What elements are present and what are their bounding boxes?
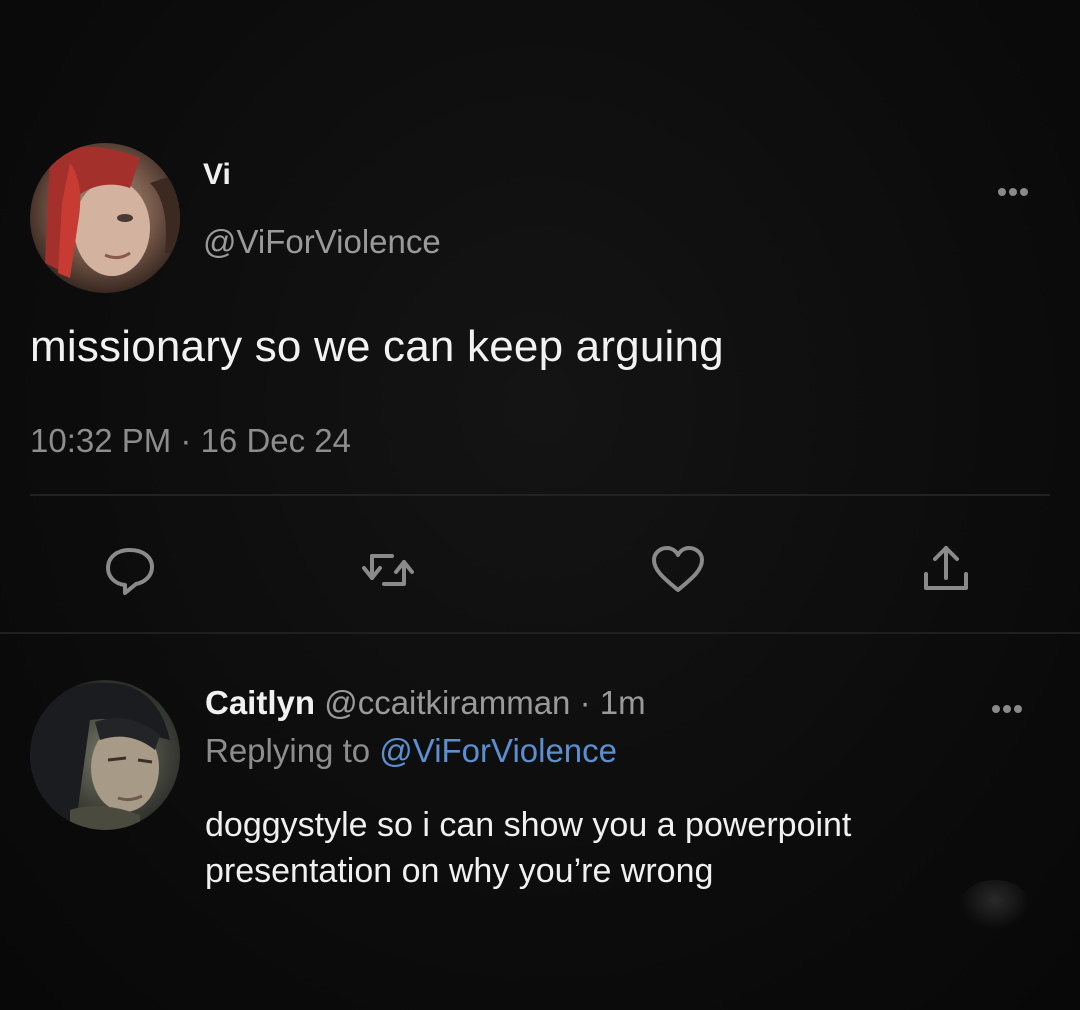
reply-text: doggystyle so i can show you a powerpoin… — [205, 806, 852, 890]
author-handle[interactable]: @ViForViolence — [203, 223, 441, 261]
action-bar — [0, 540, 1080, 600]
reply-header: Caitlyn @ccaitkiramman · 1m — [205, 684, 646, 722]
replying-prefix: Replying to — [205, 732, 371, 769]
reply-author-handle[interactable]: @ccaitkiramman · 1m — [324, 684, 645, 721]
reply-author-name[interactable]: Caitlyn — [205, 684, 315, 721]
avatar-vi-icon[interactable] — [30, 143, 180, 293]
tweet-thread: Vi @ViForViolence missionary so we can k… — [0, 0, 1080, 1010]
replying-to-handle-link[interactable]: @ViForViolence — [379, 732, 617, 769]
divider — [0, 632, 1080, 634]
background-blur — [960, 880, 1030, 930]
tweet-text: missionary so we can keep arguing — [30, 322, 724, 371]
author-name[interactable]: Vi — [203, 158, 231, 192]
more-options-icon[interactable] — [998, 183, 1042, 199]
more-options-icon[interactable] — [992, 700, 1036, 716]
tweet-timestamp[interactable]: 10:32 PM · 16 Dec 24 — [30, 422, 351, 460]
tweet-header: Vi @ViForViolence — [30, 140, 1050, 295]
retweet-icon[interactable] — [358, 540, 418, 600]
avatar-caitlyn-icon[interactable] — [30, 680, 180, 830]
divider — [30, 494, 1050, 496]
heart-icon[interactable] — [648, 540, 708, 600]
share-icon[interactable] — [916, 540, 976, 600]
replying-to: Replying to @ViForViolence — [205, 732, 617, 770]
reply-icon[interactable] — [100, 540, 160, 600]
